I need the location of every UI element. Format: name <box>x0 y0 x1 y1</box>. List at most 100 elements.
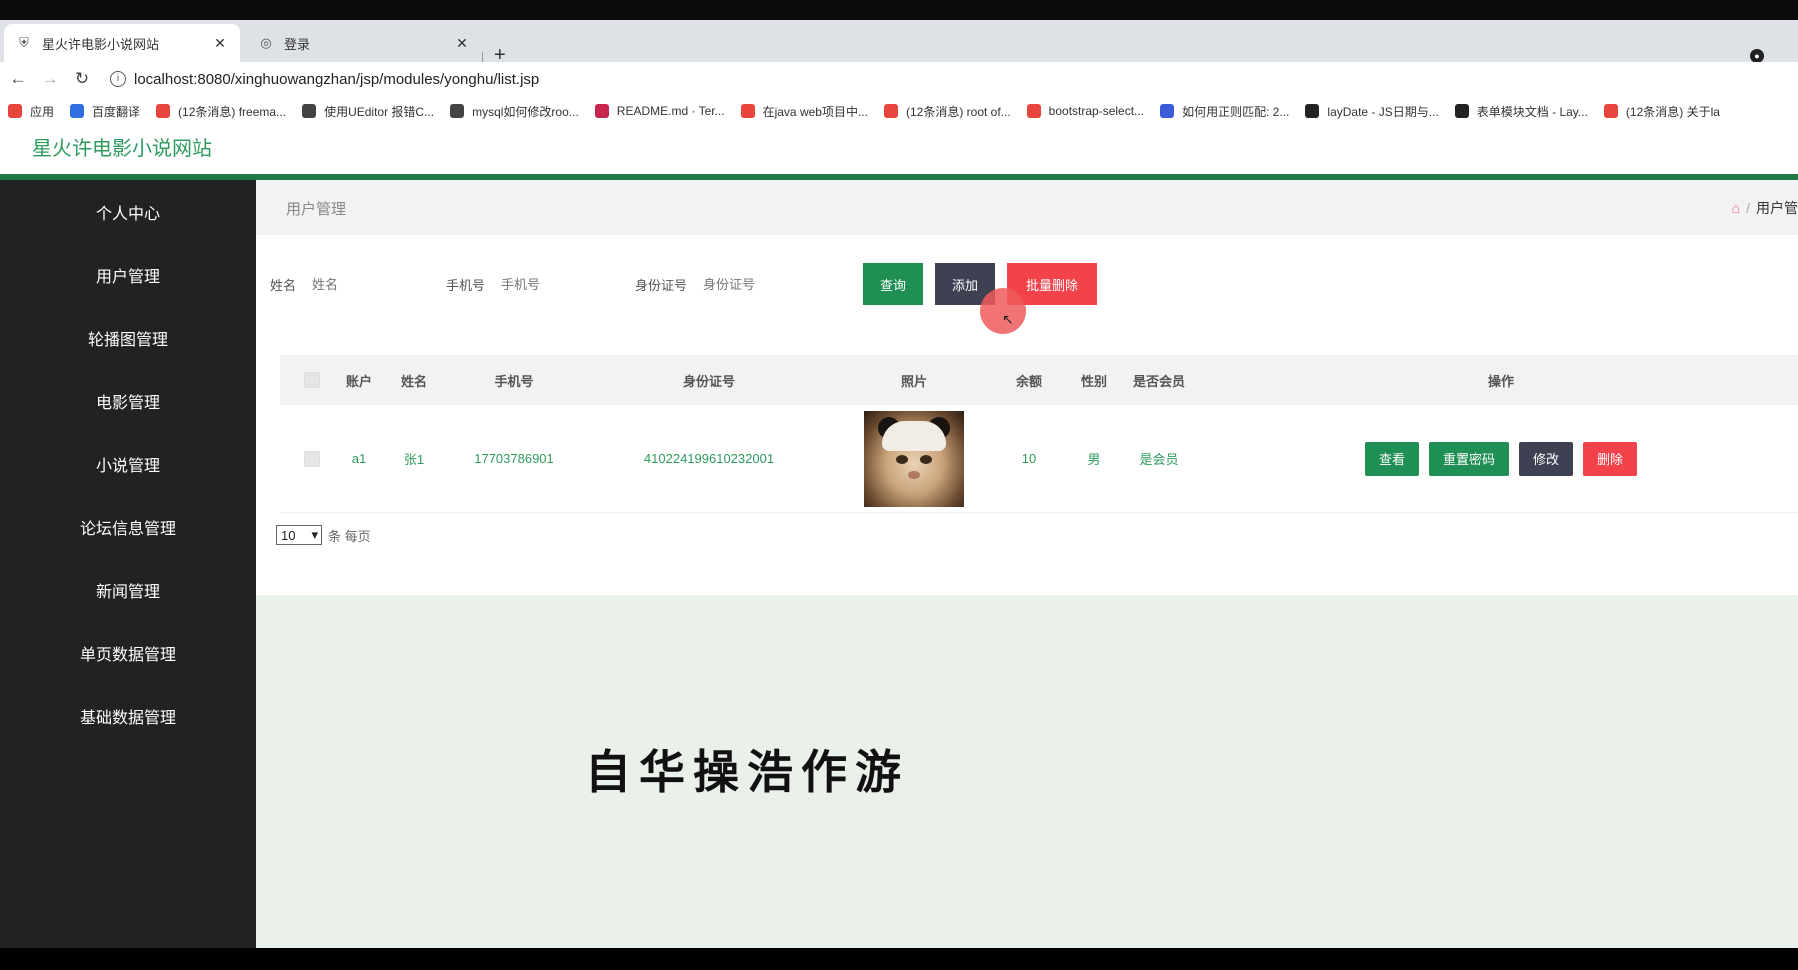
sidebar: 个人中心 用户管理 轮播图管理 电影管理 小说管理 论坛信息管理 新闻管理 单页… <box>0 180 256 948</box>
bookmark-item[interactable]: (12条消息) root of... <box>883 103 1011 120</box>
bottom-overlay-text: 自华操浩作游 <box>585 746 909 798</box>
sidebar-item-personal-center[interactable]: 个人中心 <box>0 180 256 243</box>
select-all-checkbox[interactable] <box>304 372 320 388</box>
bookmark-item[interactable]: 表单模块文档 - Lay... <box>1454 103 1588 120</box>
bookmark-label: (12条消息) root of... <box>905 104 1011 119</box>
header-member: 是否会员 <box>1132 373 1185 389</box>
close-tab-icon[interactable]: ✕ <box>212 35 228 52</box>
delete-button[interactable]: 删除 <box>1583 441 1638 476</box>
view-button[interactable]: 查看 <box>1364 441 1419 476</box>
sidebar-item-carousel-management[interactable]: 轮播图管理 <box>0 306 256 369</box>
bookmark-favicon-icon <box>1305 104 1320 118</box>
forward-arrow-icon[interactable]: → <box>36 69 64 89</box>
query-button[interactable]: 查询 <box>863 263 924 305</box>
bookmark-label: 百度翻译 <box>92 104 141 119</box>
bookmark-favicon-icon <box>1026 104 1041 118</box>
header-name: 姓名 <box>400 373 427 389</box>
bookmark-favicon-icon <box>594 104 609 118</box>
sidebar-item-forum-management[interactable]: 论坛信息管理 <box>0 495 256 558</box>
header-account: 账户 <box>345 373 372 389</box>
screen-bottom-bar <box>0 948 1798 970</box>
bookmark-label: README.md · Ter... <box>616 104 725 118</box>
header-sex: 性别 <box>1080 373 1107 389</box>
site-header: 星火许电影小说网站 <box>0 126 1798 174</box>
id-number-input[interactable] <box>693 264 824 304</box>
name-input[interactable] <box>302 264 437 304</box>
breadcrumb-separator: / <box>1746 200 1750 216</box>
bookmark-item[interactable]: layDate - JS日期与... <box>1305 103 1439 120</box>
cell-account: a1 <box>351 451 367 466</box>
home-icon[interactable]: ⌂ <box>1732 200 1740 216</box>
header-photo: 照片 <box>900 373 927 389</box>
tab-label: 登录 <box>284 36 311 52</box>
bookmarks-bar: 应用 百度翻译 (12条消息) freema... 使用UEditor 报错C... m… <box>0 96 1798 126</box>
bookmark-favicon-icon <box>1454 104 1469 118</box>
phone-input[interactable] <box>491 264 626 304</box>
cell-balance: 10 <box>1021 451 1037 466</box>
page-size-select[interactable]: 10 ▾ <box>276 525 322 545</box>
user-photo[interactable] <box>864 410 964 507</box>
pagination: 10 ▾ 条 每页 <box>276 525 371 545</box>
sidebar-item-novel-management[interactable]: 小说管理 <box>0 432 256 495</box>
bookmark-favicon-icon <box>156 104 171 118</box>
bookmark-item[interactable]: 如何用正则匹配: 2... <box>1160 103 1289 120</box>
sidebar-item-news-management[interactable]: 新闻管理 <box>0 558 256 621</box>
bookmark-item[interactable]: 百度翻译 <box>70 103 140 120</box>
cell-phone: 17703786901 <box>474 451 554 466</box>
bookmark-item[interactable]: mysql如何修改roo... <box>450 103 579 120</box>
cell-name: 张1 <box>403 452 425 467</box>
edit-button[interactable]: 修改 <box>1519 441 1574 476</box>
header-id-number: 身份证号 <box>682 373 735 389</box>
site-title[interactable]: 星火许电影小说网站 <box>32 132 212 161</box>
back-arrow-icon[interactable]: ← <box>4 69 32 89</box>
reset-password-button[interactable]: 重置密码 <box>1428 441 1509 476</box>
bookmark-label: (12条消息) 关于la <box>1625 104 1720 119</box>
reload-icon[interactable]: ↻ <box>68 69 96 89</box>
photo-eye-left <box>896 454 908 464</box>
bookmark-apps[interactable]: 应用 <box>8 103 54 120</box>
sidebar-item-single-page-management[interactable]: 单页数据管理 <box>0 621 256 684</box>
bookmark-item[interactable]: 使用UEditor 报错C... <box>302 103 434 120</box>
browser-tab-inactive[interactable]: ◎ 登录 ✕ <box>246 24 482 62</box>
select-all-cell <box>280 372 344 388</box>
cell-sex: 男 <box>1087 452 1101 467</box>
sidebar-item-movie-management[interactable]: 电影管理 <box>0 369 256 432</box>
browser-tab-active[interactable]: ⛨ 星火许电影小说网站 ✕ <box>4 24 240 62</box>
user-table: 账户 姓名 手机号 身份证号 照片 余额 性别 是否会员 操作 a1 张1 17… <box>280 355 1798 513</box>
bookmark-label: bootstrap-select... <box>1048 104 1145 118</box>
bookmark-label: (12条消息) freema... <box>178 104 287 119</box>
bookmark-label: 使用UEditor 报错C... <box>324 104 435 119</box>
bookmark-label: 应用 <box>30 104 55 119</box>
url-field[interactable]: localhost:8080/xinghuowangzhan/jsp/modul… <box>134 71 539 88</box>
address-bar: ← → ↻ i localhost:8080/xinghuowangzhan/j… <box>0 62 1798 96</box>
bookmark-item[interactable]: 在java web项目中... <box>740 103 868 120</box>
phone-label: 手机号 <box>446 277 486 293</box>
cell-operations: 查看 重置密码 修改 删除 <box>1204 441 1798 476</box>
account-icon[interactable]: ● <box>1750 49 1764 63</box>
bookmark-label: 表单模块文档 - Lay... <box>1476 104 1588 119</box>
info-icon[interactable]: i <box>110 71 126 87</box>
row-checkbox[interactable] <box>304 450 320 467</box>
search-form: 姓名 手机号 身份证号 查询 添加 批量删除 <box>270 263 1098 305</box>
breadcrumb: 用户管理 ⌂ / 用户管 <box>256 180 1798 235</box>
sidebar-item-user-management[interactable]: 用户管理 <box>0 243 256 306</box>
browser-tab-strip: ⛨ 星火许电影小说网站 ✕ ◎ 登录 ✕ + ● <box>0 20 1798 70</box>
mouse-cursor-icon: ↖ <box>1002 311 1014 327</box>
sidebar-item-basic-data-management[interactable]: 基础数据管理 <box>0 684 256 747</box>
row-select-cell <box>280 450 344 467</box>
page-size-value: 10 <box>281 527 296 543</box>
bookmark-favicon-icon <box>883 104 898 118</box>
close-tab-icon[interactable]: ✕ <box>454 35 470 52</box>
bookmark-item[interactable]: README.md · Ter... <box>594 104 725 118</box>
chevron-down-icon: ▾ <box>311 527 318 542</box>
photo-hat <box>882 420 946 451</box>
globe-icon: ◎ <box>260 35 272 50</box>
photo-eye-right <box>920 454 932 464</box>
bookmark-item[interactable]: (12条消息) freema... <box>156 103 286 120</box>
main-content: 用户管理 ⌂ / 用户管 姓名 手机号 身份证号 查询 添加 批量删除 ↖ 账户… <box>256 180 1798 948</box>
table-row: a1 张1 17703786901 410224199610232001 10 … <box>280 405 1798 513</box>
bookmark-favicon-icon <box>740 104 755 118</box>
bookmark-item[interactable]: bootstrap-select... <box>1026 104 1145 118</box>
bookmark-item[interactable]: (12条消息) 关于la <box>1603 103 1720 120</box>
table-header: 账户 姓名 手机号 身份证号 照片 余额 性别 是否会员 操作 <box>280 355 1798 405</box>
